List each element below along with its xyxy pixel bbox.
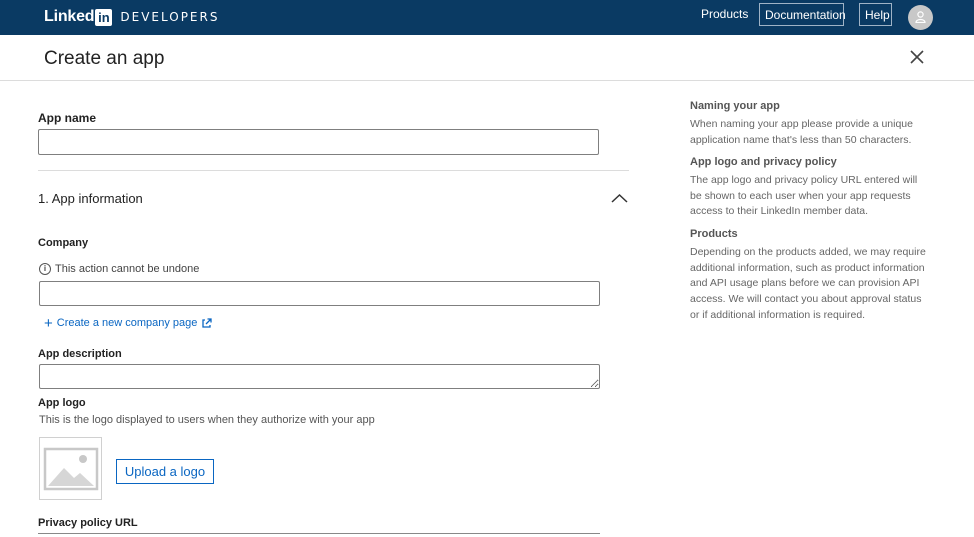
brand-in-badge: in xyxy=(95,8,113,26)
app-logo-help-text: This is the logo displayed to users when… xyxy=(39,414,375,426)
external-link-icon xyxy=(202,317,213,328)
brand-linked-text: Linked xyxy=(44,8,95,25)
section-divider xyxy=(38,170,629,171)
top-nav-bar: Linked in DEVELOPERS Products Documentat… xyxy=(0,0,974,35)
company-warning: i This action cannot be undone xyxy=(39,263,199,275)
user-icon xyxy=(915,11,926,23)
info-icon: i xyxy=(39,263,51,275)
sidebar-heading-products: Products xyxy=(690,228,738,240)
page-header: Create an app xyxy=(0,35,974,81)
sidebar-text-logo-privacy: The app logo and privacy policy URL ente… xyxy=(690,174,918,218)
linkedin-developers-logo[interactable]: Linked in DEVELOPERS xyxy=(44,8,219,26)
nav-documentation[interactable]: Documentation xyxy=(759,3,846,26)
company-label: Company xyxy=(38,237,89,249)
logo-placeholder xyxy=(39,437,102,500)
nav-products[interactable]: Products xyxy=(696,3,753,26)
app-description-textarea[interactable] xyxy=(39,364,600,389)
privacy-policy-label: Privacy policy URL xyxy=(38,517,138,529)
close-icon[interactable] xyxy=(908,48,926,66)
avatar[interactable] xyxy=(908,5,933,30)
privacy-policy-input-top[interactable] xyxy=(38,533,600,534)
sidebar-text-products: Depending on the products added, we may … xyxy=(690,246,926,321)
page-title: Create an app xyxy=(44,48,165,69)
create-company-page-text: Create a new company page xyxy=(56,317,198,329)
image-placeholder-icon xyxy=(43,447,99,491)
brand-developers-text: DEVELOPERS xyxy=(120,10,220,24)
app-logo-label: App logo xyxy=(38,397,86,409)
plus-icon: + xyxy=(44,314,53,332)
chevron-up-icon[interactable] xyxy=(611,193,628,203)
upload-logo-button[interactable]: Upload a logo xyxy=(116,459,214,484)
company-input[interactable] xyxy=(39,281,600,306)
sidebar-heading-logo-privacy: App logo and privacy policy xyxy=(690,156,837,168)
sidebar-heading-naming: Naming your app xyxy=(690,100,780,112)
sidebar-text-naming: When naming your app please provide a un… xyxy=(690,118,913,146)
app-name-input[interactable] xyxy=(38,129,599,155)
section-title-app-information[interactable]: 1. App information xyxy=(38,191,143,206)
nav-help[interactable]: Help xyxy=(859,3,892,26)
create-company-page-link[interactable]: + Create a new company page xyxy=(44,314,213,332)
app-name-label: App name xyxy=(38,111,97,125)
company-warning-text: This action cannot be undone xyxy=(55,263,200,275)
app-description-label: App description xyxy=(38,348,122,360)
